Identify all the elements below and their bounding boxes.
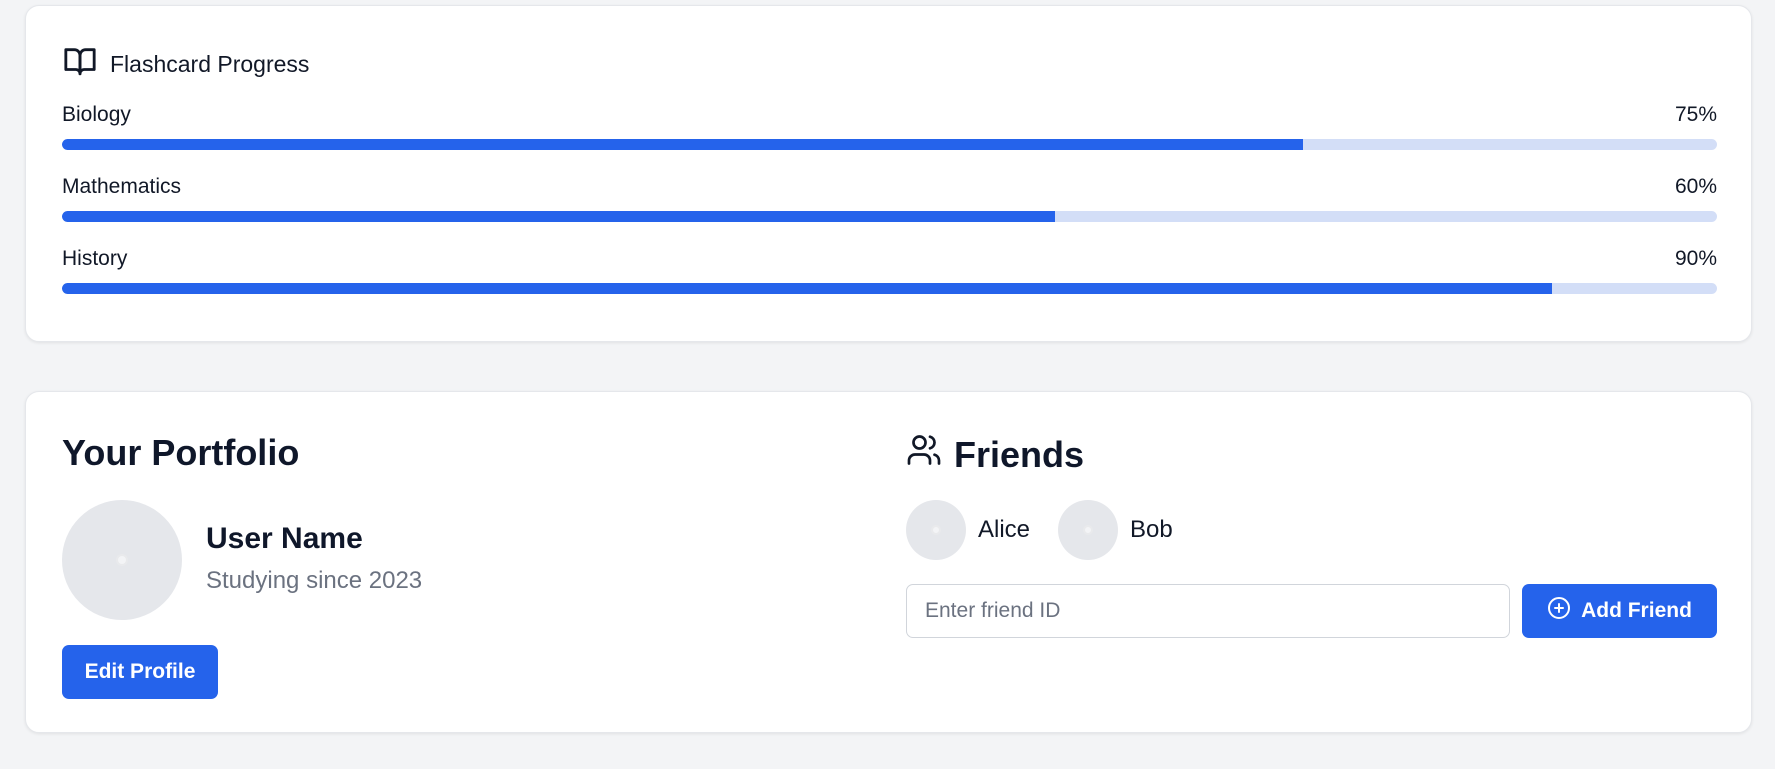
subject-history: History 90%	[62, 246, 1717, 294]
progress-bar-fill	[62, 139, 1304, 150]
avatar	[1058, 500, 1118, 560]
progress-bar-track	[62, 211, 1717, 222]
avatar	[906, 500, 966, 560]
avatar	[62, 500, 182, 620]
flashcard-progress-card: Flashcard Progress Biology 75% Mathemati…	[25, 5, 1752, 342]
progress-title: Flashcard Progress	[110, 50, 310, 77]
friend-name: Bob	[1130, 516, 1173, 543]
friend-id-input[interactable]	[906, 584, 1510, 638]
users-icon	[906, 432, 942, 477]
subject-label: Biology	[62, 103, 131, 126]
friends-header: Friends	[906, 432, 1084, 477]
avatar-placeholder-icon	[116, 554, 128, 566]
portfolio-friends-card: Your Portfolio User Name Studying since …	[25, 391, 1752, 733]
user-since: Studying since 2023	[206, 567, 423, 594]
friend-name: Alice	[978, 516, 1031, 543]
progress-bar-track	[62, 139, 1717, 150]
progress-bar-track	[62, 283, 1717, 294]
subject-label: Mathematics	[62, 175, 182, 198]
edit-profile-button[interactable]: Edit Profile	[62, 645, 218, 699]
friend-item-bob[interactable]: Bob	[1058, 500, 1173, 560]
subject-label: History	[62, 247, 128, 270]
subject-percent: 60%	[1674, 175, 1717, 198]
progress-header: Flashcard Progress	[62, 44, 309, 84]
friend-item-alice[interactable]: Alice	[906, 500, 1030, 560]
avatar-placeholder-icon	[931, 525, 941, 535]
subject-mathematics: Mathematics 60%	[62, 174, 1717, 222]
subject-percent: 75%	[1674, 103, 1717, 126]
subject-percent: 90%	[1674, 247, 1717, 270]
user-name: User Name	[206, 522, 363, 555]
subject-biology: Biology 75%	[62, 102, 1717, 150]
friends-title: Friends	[954, 433, 1085, 475]
portfolio-title: Your Portfolio	[62, 432, 300, 473]
add-friend-label: Add Friend	[1581, 599, 1692, 622]
plus-circle-icon	[1547, 596, 1571, 626]
progress-bar-fill	[62, 283, 1552, 294]
book-open-icon	[62, 44, 98, 84]
avatar-placeholder-icon	[1083, 525, 1093, 535]
progress-bar-fill	[62, 211, 1055, 222]
add-friend-button[interactable]: Add Friend	[1522, 584, 1717, 638]
